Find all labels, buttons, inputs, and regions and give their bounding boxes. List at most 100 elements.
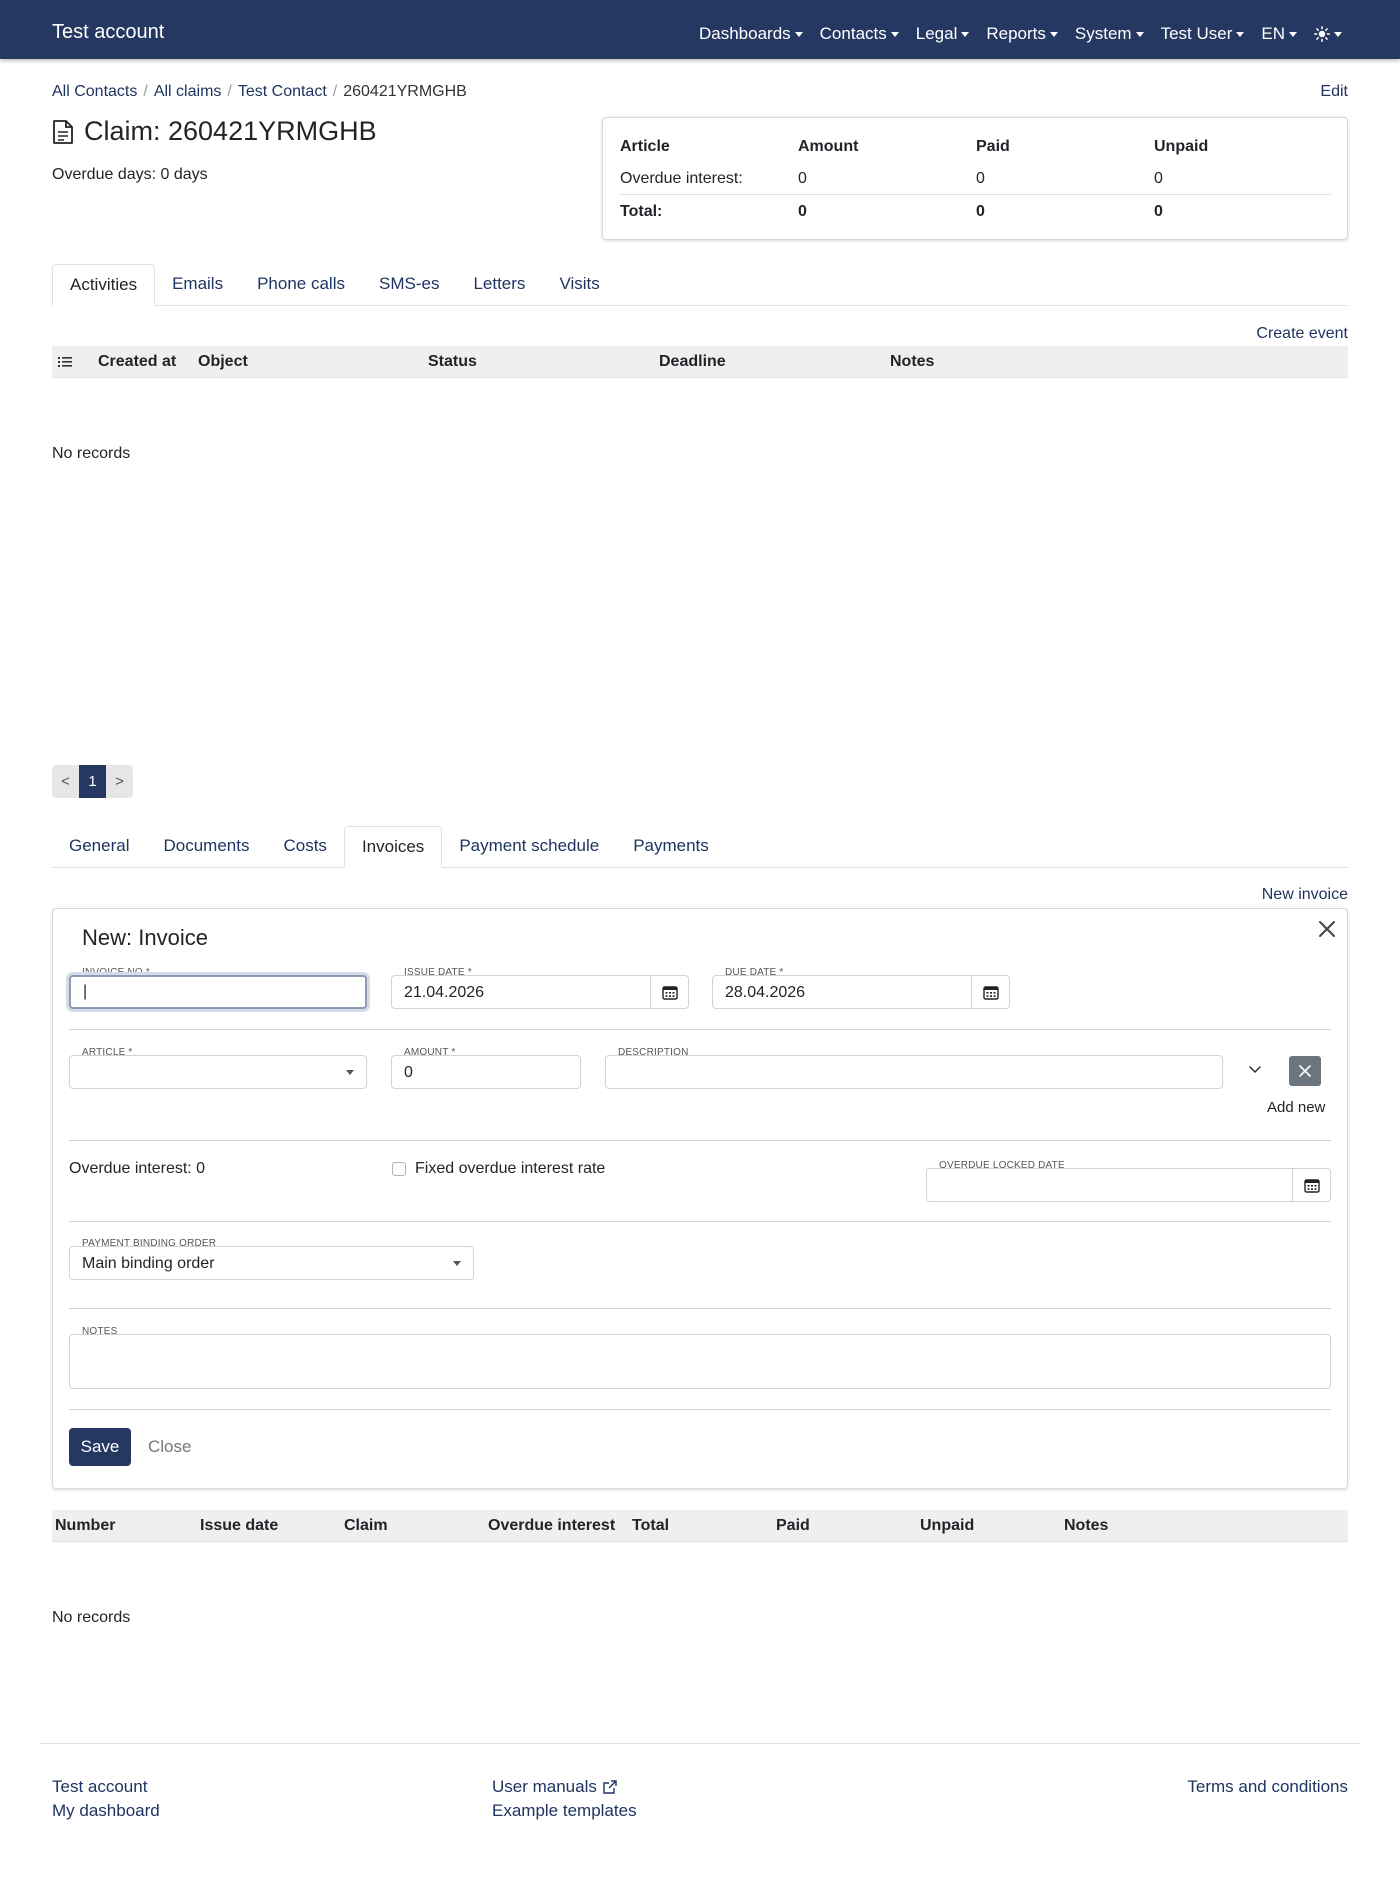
- column-total[interactable]: Total: [632, 1517, 669, 1535]
- summary-header-row: Article Amount Paid Unpaid: [619, 134, 1331, 164]
- save-button[interactable]: Save: [69, 1428, 131, 1466]
- description-input[interactable]: [605, 1055, 1223, 1089]
- overdue-interest-text: Overdue interest: 0: [69, 1160, 206, 1177]
- summary-total-cell: Total:: [619, 194, 797, 227]
- calendar-icon[interactable]: [971, 976, 1009, 1008]
- caret-down-icon: [1049, 31, 1058, 37]
- nav-system[interactable]: System: [1075, 24, 1144, 44]
- breadcrumb-test-contact[interactable]: Test Contact: [238, 83, 327, 101]
- nav-reports[interactable]: Reports: [986, 24, 1058, 44]
- caret-down-icon: [1334, 31, 1342, 37]
- nav-system-label: System: [1074, 24, 1132, 43]
- nav-dashboards[interactable]: Dashboards: [699, 24, 803, 44]
- create-event-link[interactable]: Create event: [1256, 325, 1348, 343]
- nav-legal[interactable]: Legal: [916, 24, 970, 44]
- tab-general[interactable]: General: [52, 826, 146, 868]
- pagination-next[interactable]: >: [106, 765, 133, 798]
- nav-language[interactable]: EN: [1261, 24, 1297, 44]
- breadcrumb-separator: /: [143, 83, 148, 100]
- calendar-icon[interactable]: [1292, 1169, 1330, 1201]
- calendar-icon[interactable]: [650, 976, 688, 1008]
- fixed-rate-label[interactable]: Fixed overdue interest rate: [415, 1160, 605, 1178]
- tab-visits[interactable]: Visits: [542, 264, 616, 306]
- page-title: Claim: 260421YRMGHB: [52, 116, 377, 147]
- nav-legal-label: Legal: [915, 24, 958, 43]
- column-object[interactable]: Object: [198, 353, 248, 371]
- column-deadline[interactable]: Deadline: [659, 353, 726, 371]
- nav-contacts[interactable]: Contacts: [820, 24, 899, 44]
- edit-link[interactable]: Edit: [1320, 83, 1348, 101]
- column-notes[interactable]: Notes: [1064, 1517, 1108, 1535]
- breadcrumb-all-claims[interactable]: All claims: [154, 83, 222, 101]
- tab-payment-schedule[interactable]: Payment schedule: [442, 826, 616, 868]
- caret-down-icon: [1289, 31, 1297, 37]
- payment-binding-select[interactable]: Main binding order: [69, 1246, 474, 1280]
- tab-emails[interactable]: Emails: [155, 264, 240, 306]
- close-icon[interactable]: [1315, 917, 1339, 941]
- new-invoice-link[interactable]: New invoice: [1262, 886, 1348, 904]
- footer-link-terms[interactable]: Terms and conditions: [1187, 1777, 1348, 1797]
- remove-line-button[interactable]: [1289, 1056, 1321, 1086]
- tab-activities[interactable]: Activities: [52, 264, 156, 306]
- summary-header: Amount: [798, 138, 859, 155]
- tab-documents[interactable]: Documents: [146, 826, 266, 868]
- nav-user-menu[interactable]: Test User: [1161, 24, 1245, 44]
- new-invoice-form: New: Invoice INVOICE NO * | ISSUE DATE *…: [52, 908, 1348, 1489]
- column-claim[interactable]: Claim: [344, 1517, 388, 1535]
- breadcrumb-all-contacts[interactable]: All Contacts: [52, 83, 137, 101]
- tab-costs[interactable]: Costs: [266, 826, 343, 868]
- fixed-rate-checkbox[interactable]: [392, 1162, 406, 1176]
- nav-language-label: EN: [1261, 24, 1285, 43]
- tab-sms-es[interactable]: SMS-es: [362, 264, 456, 306]
- footer-link-test-account[interactable]: Test account: [52, 1777, 147, 1797]
- invoice-no-input[interactable]: |: [69, 975, 367, 1009]
- breadcrumb-separator: /: [332, 83, 338, 100]
- column-status[interactable]: Status: [428, 353, 477, 371]
- footer-link-my-dashboard[interactable]: My dashboard: [52, 1801, 160, 1821]
- select-caret-icon: [453, 1261, 461, 1266]
- due-date-input[interactable]: 28.04.2026: [712, 975, 1010, 1009]
- summary-row: Overdue interest: 0 0 0: [619, 164, 1331, 195]
- brand-title[interactable]: Test account: [52, 21, 164, 44]
- pagination-page[interactable]: 1: [79, 765, 106, 798]
- summary-cell: Overdue interest:: [620, 170, 743, 187]
- external-link-icon: [603, 1780, 617, 1794]
- article-select[interactable]: [69, 1055, 367, 1089]
- caret-down-icon: [890, 31, 899, 37]
- add-new-line-link[interactable]: Add new: [1267, 1099, 1325, 1116]
- nav-theme-toggle[interactable]: [1314, 24, 1342, 44]
- column-chooser-icon[interactable]: [58, 355, 72, 373]
- column-created-at[interactable]: Created at: [98, 353, 176, 371]
- tab-payments[interactable]: Payments: [616, 826, 726, 868]
- column-number[interactable]: Number: [55, 1517, 115, 1535]
- breadcrumb-separator: /: [227, 83, 232, 100]
- overdue-days: Overdue days: 0 days: [52, 166, 208, 183]
- tab-letters[interactable]: Letters: [456, 264, 542, 306]
- footer-link-example-templates[interactable]: Example templates: [492, 1801, 637, 1821]
- close-button[interactable]: Close: [148, 1437, 191, 1457]
- pagination-prev[interactable]: <: [52, 765, 79, 798]
- column-paid[interactable]: Paid: [776, 1517, 810, 1535]
- tab-invoices[interactable]: Invoices: [343, 826, 443, 868]
- close-icon: [1299, 1065, 1311, 1077]
- column-issue-date[interactable]: Issue date: [200, 1517, 278, 1535]
- nav-menu: Dashboards Contacts Legal Reports System…: [682, 24, 1342, 44]
- chevron-down-icon[interactable]: [1247, 1061, 1263, 1082]
- summary-header: Article: [620, 138, 670, 155]
- sun-icon: [1314, 26, 1330, 42]
- column-unpaid[interactable]: Unpaid: [920, 1517, 974, 1535]
- form-title: New: Invoice: [82, 925, 208, 950]
- column-notes[interactable]: Notes: [890, 353, 934, 371]
- tab-phone-calls[interactable]: Phone calls: [240, 264, 362, 306]
- issue-date-input[interactable]: 21.04.2026: [391, 975, 689, 1009]
- invoices-table-header: Number Issue date Claim Overdue interest…: [52, 1510, 1348, 1542]
- overdue-locked-date-input[interactable]: [926, 1168, 1331, 1202]
- amount-input[interactable]: 0: [391, 1055, 581, 1089]
- caret-down-icon: [1135, 31, 1144, 37]
- activities-table-header: Created at Object Status Deadline Notes: [52, 346, 1348, 378]
- pagination: < 1 >: [52, 765, 133, 798]
- notes-textarea[interactable]: [69, 1334, 1331, 1389]
- column-overdue-interest[interactable]: Overdue interest: [488, 1517, 615, 1535]
- nav-reports-label: Reports: [986, 24, 1046, 43]
- footer-link-user-manuals[interactable]: User manuals: [492, 1777, 618, 1797]
